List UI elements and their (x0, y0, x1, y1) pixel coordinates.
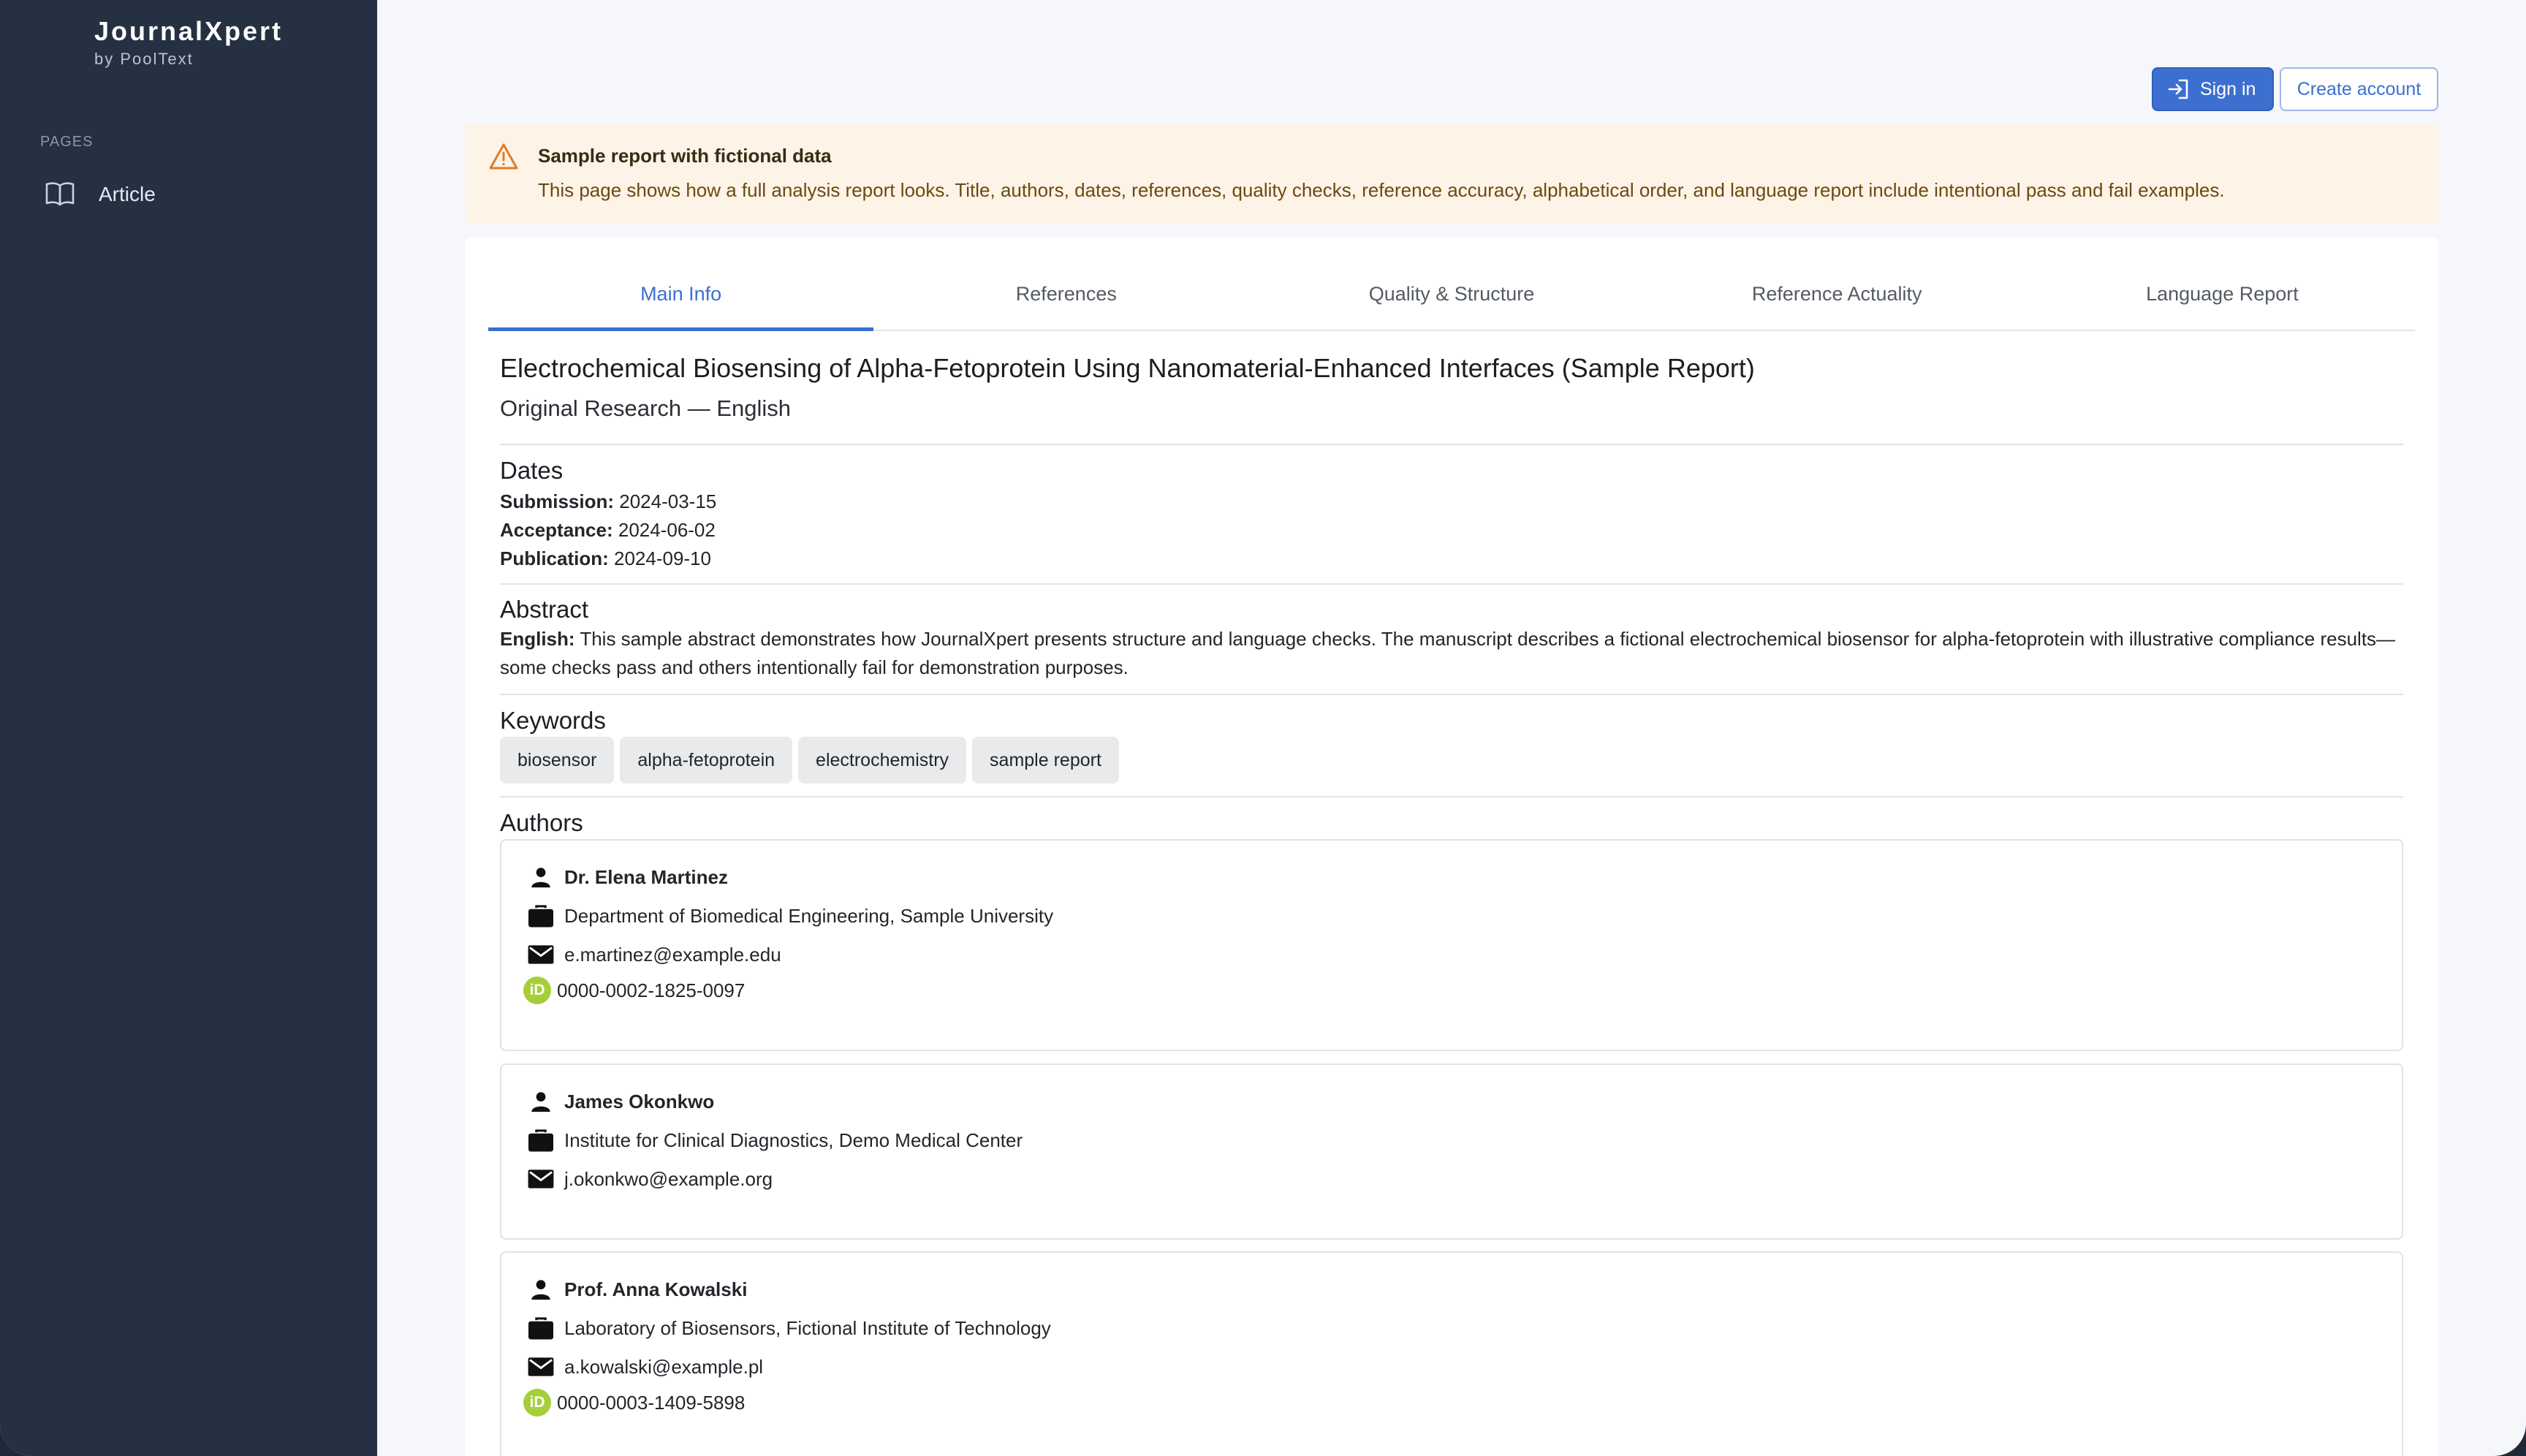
pages-section-label: PAGES (40, 134, 94, 150)
submission-label: Submission: (500, 490, 615, 512)
author-email-row: e.martinez@example.edu (526, 940, 781, 969)
abstract-heading: Abstract (500, 596, 589, 623)
author-affiliation: Laboratory of Biosensors, Fictional Inst… (564, 1316, 1051, 1339)
mail-icon (526, 940, 555, 969)
divider (500, 583, 2403, 585)
dates-heading: Dates (500, 457, 564, 484)
divider (500, 444, 2403, 445)
publication-value: 2024-09-10 (614, 547, 712, 569)
brand-subtitle: by PoolText (94, 50, 194, 68)
orcid-icon: iD (523, 1389, 551, 1417)
login-icon (2168, 79, 2188, 99)
acceptance-label: Acceptance: (500, 519, 613, 541)
divider (500, 796, 2403, 797)
author-affiliation-row: Department of Biomedical Engineering, Sa… (526, 901, 1053, 930)
tab-language-report[interactable]: Language Report (2030, 267, 2415, 330)
acceptance-value: 2024-06-02 (618, 519, 716, 541)
banner-title: Sample report with fictional data (538, 145, 832, 167)
briefcase-icon (526, 1313, 555, 1343)
article-type-language: Original Research — English (500, 395, 792, 421)
brand-title[interactable]: JournalXpert (94, 16, 283, 47)
author-orcid[interactable]: 0000-0003-1409-5898 (557, 1392, 745, 1414)
tab-main-info[interactable]: Main Info (488, 267, 874, 331)
author-affiliation-row: Institute for Clinical Diagnostics, Demo… (526, 1126, 1023, 1155)
author-card: James Okonkwo Institute for Clinical Dia… (500, 1063, 2403, 1240)
briefcase-icon (526, 901, 555, 930)
report-card: Main Info References Quality & Structure… (465, 238, 2438, 1456)
author-card: Prof. Anna Kowalski Laboratory of Biosen… (500, 1251, 2403, 1456)
keyword-chip: biosensor (500, 737, 615, 784)
warning-icon (489, 143, 518, 170)
book-open-icon (45, 182, 75, 206)
submission-date: Submission: 2024-03-15 (500, 490, 716, 513)
briefcase-icon (526, 1126, 555, 1155)
sample-data-banner: Sample report with fictional data This p… (465, 124, 2438, 223)
author-email[interactable]: j.okonkwo@example.org (564, 1168, 773, 1191)
author-email-row: a.kowalski@example.pl (526, 1352, 763, 1381)
author-name-row: James Okonkwo (526, 1087, 714, 1116)
person-icon (526, 1087, 555, 1116)
author-affiliation: Department of Biomedical Engineering, Sa… (564, 904, 1054, 927)
author-name: James Okonkwo (564, 1090, 715, 1112)
author-name: Dr. Elena Martinez (564, 865, 728, 888)
abstract-language-label: English: (500, 628, 575, 650)
tab-references[interactable]: References (873, 267, 1259, 330)
author-orcid[interactable]: 0000-0002-1825-0097 (557, 979, 745, 1002)
divider (500, 694, 2403, 695)
author-name-row: Dr. Elena Martinez (526, 862, 728, 892)
publication-date: Publication: 2024-09-10 (500, 547, 711, 570)
sidebar-item-label: Article (99, 183, 156, 205)
mail-icon (526, 1352, 555, 1381)
sign-in-button[interactable]: Sign in (2152, 67, 2274, 111)
author-affiliation-row: Laboratory of Biosensors, Fictional Inst… (526, 1313, 1051, 1343)
acceptance-date: Acceptance: 2024-06-02 (500, 519, 716, 542)
keywords-list: biosensor alpha-fetoprotein electrochemi… (500, 737, 1119, 784)
author-name-row: Prof. Anna Kowalski (526, 1275, 747, 1304)
sign-in-label: Sign in (2200, 78, 2256, 99)
person-icon (526, 1275, 555, 1304)
publication-label: Publication: (500, 547, 609, 569)
author-affiliation: Institute for Clinical Diagnostics, Demo… (564, 1129, 1023, 1151)
author-card: Dr. Elena Martinez Department of Biomedi… (500, 839, 2403, 1051)
authors-heading: Authors (500, 809, 583, 836)
person-icon (526, 862, 555, 892)
sidebar: JournalXpert by PoolText PAGES Article (0, 0, 377, 1456)
create-account-button[interactable]: Create account (2280, 67, 2438, 111)
banner-text: This page shows how a full analysis repo… (538, 179, 2225, 201)
mail-icon (526, 1164, 555, 1194)
author-email[interactable]: a.kowalski@example.pl (564, 1356, 763, 1379)
keyword-chip: electrochemistry (798, 737, 967, 784)
article-title: Electrochemical Biosensing of Alpha-Feto… (500, 353, 1755, 383)
abstract-body: This sample abstract demonstrates how Jo… (500, 628, 2396, 678)
tab-quality-structure[interactable]: Quality & Structure (1259, 267, 1644, 330)
report-tabs: Main Info References Quality & Structure… (488, 267, 2415, 331)
keyword-chip: alpha-fetoprotein (620, 737, 793, 784)
submission-value: 2024-03-15 (619, 490, 717, 512)
author-orcid-row: iD 0000-0003-1409-5898 (523, 1389, 745, 1417)
keywords-heading: Keywords (500, 707, 606, 734)
author-email-row: j.okonkwo@example.org (526, 1164, 773, 1194)
sidebar-item-article[interactable]: Article (29, 172, 351, 215)
author-email[interactable]: e.martinez@example.edu (564, 944, 781, 966)
author-name: Prof. Anna Kowalski (564, 1278, 748, 1300)
keyword-chip: sample report (972, 737, 1119, 784)
tab-reference-actuality[interactable]: Reference Actuality (1645, 267, 2030, 330)
orcid-icon: iD (523, 977, 551, 1004)
app-window: JournalXpert by PoolText PAGES Article S… (0, 0, 2526, 1456)
abstract-text: English: This sample abstract demonstrat… (500, 625, 2400, 682)
author-orcid-row: iD 0000-0002-1825-0097 (523, 977, 745, 1004)
